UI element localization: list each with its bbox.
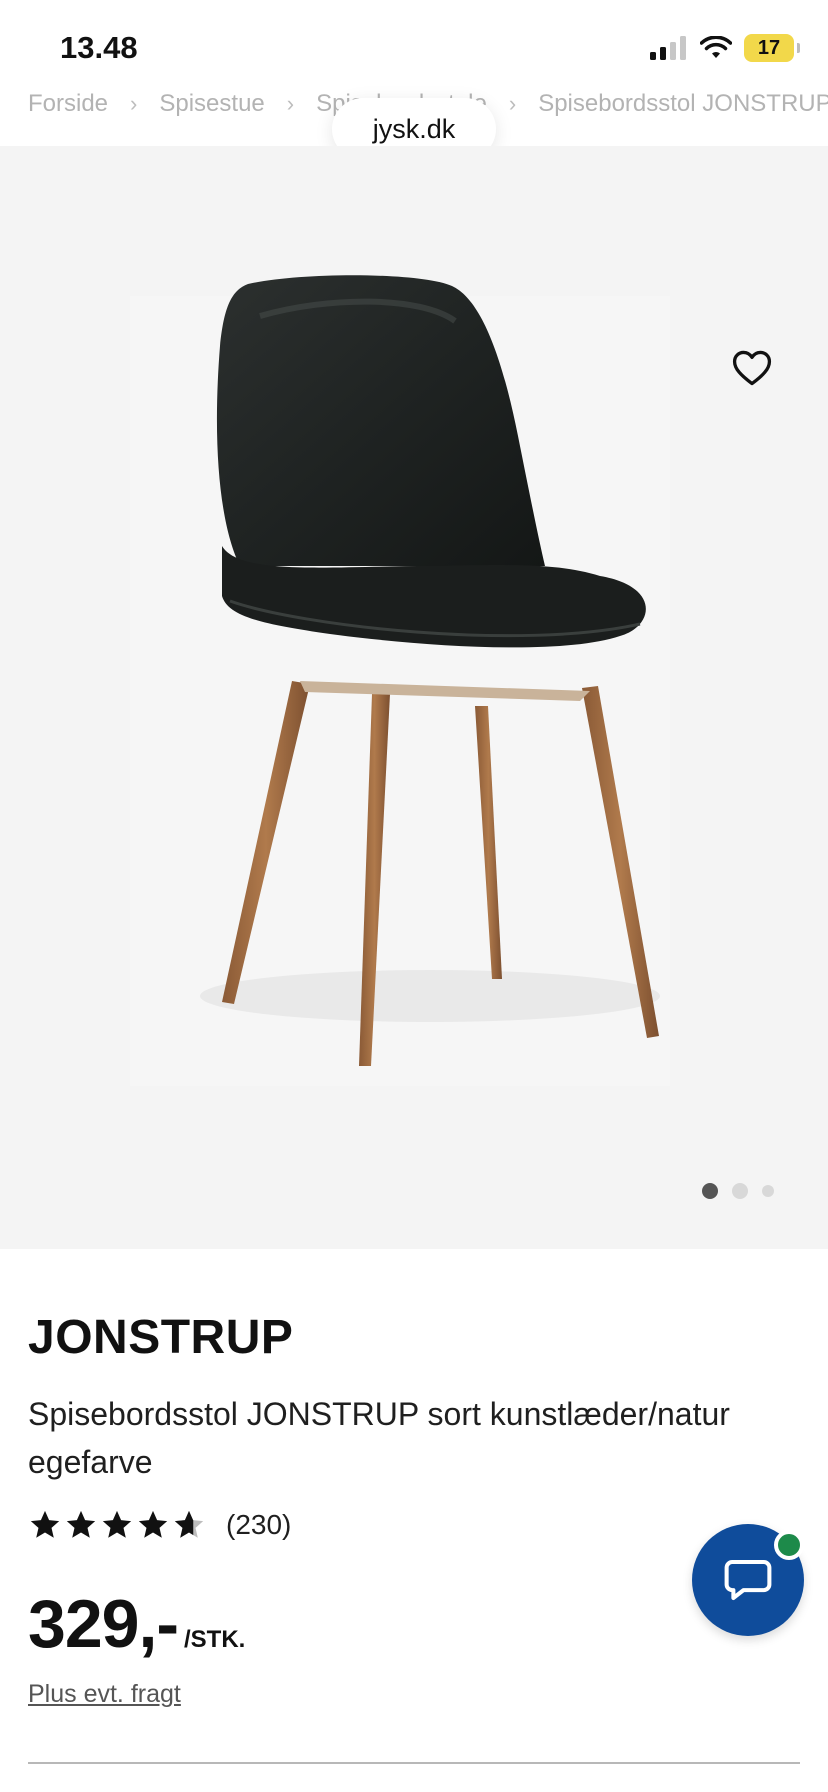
wifi-icon	[700, 36, 732, 58]
carousel-dot[interactable]	[732, 1183, 748, 1199]
carousel-dot[interactable]	[702, 1183, 718, 1199]
online-indicator	[774, 1530, 804, 1560]
rating-count[interactable]: (230)	[226, 1509, 291, 1541]
status-time: 13.48	[60, 30, 138, 65]
heart-icon[interactable]	[730, 346, 774, 390]
carousel-indicator	[702, 1183, 774, 1199]
breadcrumb-item-forside[interactable]: Forside	[28, 90, 108, 118]
product-description: Spisebordsstol JONSTRUP sort kunstlæder/…	[28, 1396, 730, 1480]
product-gallery[interactable]	[0, 146, 828, 1249]
status-bar: 13.48 17	[0, 0, 828, 80]
rating-stars	[28, 1508, 206, 1542]
breadcrumb-item-current: Spisebordsstol JONSTRUP	[538, 90, 828, 117]
price-unit: /STK.	[184, 1626, 246, 1653]
carousel-dot[interactable]	[762, 1185, 774, 1197]
product-price: 329,- /STK.	[28, 1585, 245, 1663]
chat-bubble-icon	[724, 1559, 772, 1601]
chevron-right-icon: ›	[130, 91, 138, 116]
star-half-icon	[174, 1510, 204, 1538]
product-image-chair[interactable]	[0, 146, 828, 1249]
status-icons: 17	[650, 34, 800, 62]
divider	[28, 1762, 800, 1764]
star-icon	[102, 1510, 132, 1538]
star-icon	[66, 1510, 96, 1538]
product-rating[interactable]: (230)	[28, 1508, 291, 1542]
signal-icon	[650, 36, 686, 60]
price-value: 329,-	[28, 1586, 179, 1662]
star-icon	[138, 1510, 168, 1538]
star-icon	[30, 1510, 60, 1538]
battery-indicator: 17	[744, 34, 800, 62]
shipping-info-link[interactable]: Plus evt. fragt	[28, 1680, 181, 1709]
chevron-right-icon: ›	[286, 91, 295, 116]
product-name: JONSTRUP	[28, 1311, 294, 1364]
chevron-right-icon: ›	[508, 91, 517, 116]
breadcrumb-item-spisestue[interactable]: Spisestue	[159, 90, 264, 118]
